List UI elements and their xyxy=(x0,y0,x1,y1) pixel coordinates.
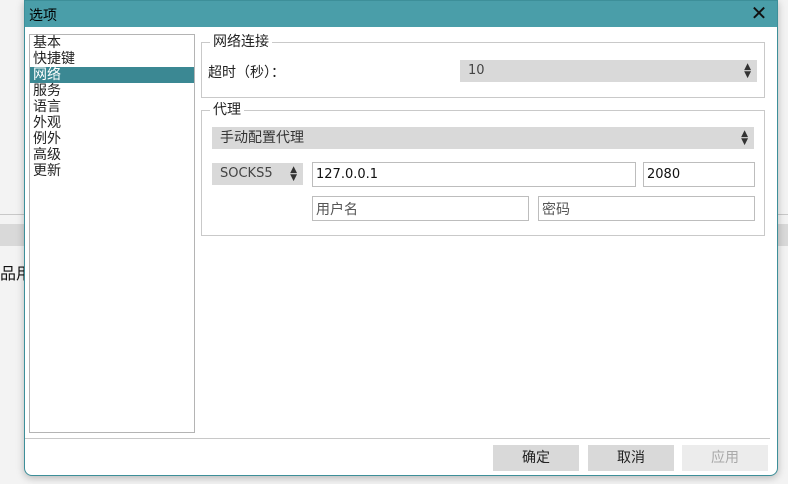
nav-item-exceptions[interactable]: 例外 xyxy=(30,131,194,147)
nav-item-basic[interactable]: 基本 xyxy=(30,35,194,51)
proxy-group: 代理 手动配置代理 ▲ ▼ SOCKS5 ▲ ▼ 127.0.0.1 2080 用户… xyxy=(201,102,765,236)
ok-button[interactable]: 确定 xyxy=(493,445,579,471)
dialog-title: 选项 xyxy=(29,8,57,24)
proxy-protocol-select[interactable]: SOCKS5 ▲ ▼ xyxy=(212,163,303,185)
proxy-port-input[interactable]: 2080 xyxy=(643,162,755,187)
proxy-host-input[interactable]: 127.0.0.1 xyxy=(312,162,636,187)
category-list[interactable]: 基本 快捷键 网络 服务 语言 外观 例外 高级 更新 xyxy=(29,34,195,433)
spin-arrows-icon[interactable]: ▲ ▼ xyxy=(744,63,751,80)
cancel-button[interactable]: 取消 xyxy=(588,445,674,471)
nav-item-appearance[interactable]: 外观 xyxy=(30,115,194,131)
options-dialog: 选项 ✕ 基本 快捷键 网络 服务 语言 外观 例外 高级 更新 网络连接 超时… xyxy=(24,0,778,476)
proxy-protocol-value: SOCKS5 xyxy=(220,166,273,181)
timeout-value: 10 xyxy=(468,63,485,78)
proxy-password-field[interactable]: 密码 xyxy=(538,196,755,221)
nav-item-language[interactable]: 语言 xyxy=(30,99,194,115)
proxy-mode-select[interactable]: 手动配置代理 ▲ ▼ xyxy=(212,127,754,149)
proxy-username-field[interactable]: 用户名 xyxy=(312,196,529,221)
proxy-group-title: 代理 xyxy=(210,102,244,118)
select-arrows-icon: ▲ ▼ xyxy=(290,165,297,183)
dialog-titlebar[interactable]: 选项 ✕ xyxy=(25,1,777,27)
network-connection-title: 网络连接 xyxy=(210,34,272,50)
apply-button[interactable]: 应用 xyxy=(682,445,768,471)
footer-separator xyxy=(25,438,770,439)
proxy-mode-value: 手动配置代理 xyxy=(220,130,304,146)
close-icon[interactable]: ✕ xyxy=(749,3,769,24)
nav-item-shortcuts[interactable]: 快捷键 xyxy=(30,51,194,67)
select-arrows-icon: ▲ ▼ xyxy=(741,129,748,147)
timeout-spinbox[interactable]: 10 ▲ ▼ xyxy=(460,60,757,82)
nav-item-network[interactable]: 网络 xyxy=(30,67,194,83)
nav-item-updates[interactable]: 更新 xyxy=(30,163,194,179)
network-connection-group: 网络连接 超时（秒）： 10 ▲ ▼ xyxy=(201,34,765,98)
nav-item-services[interactable]: 服务 xyxy=(30,83,194,99)
nav-item-advanced[interactable]: 高级 xyxy=(30,147,194,163)
timeout-label: 超时（秒）： xyxy=(208,65,285,81)
